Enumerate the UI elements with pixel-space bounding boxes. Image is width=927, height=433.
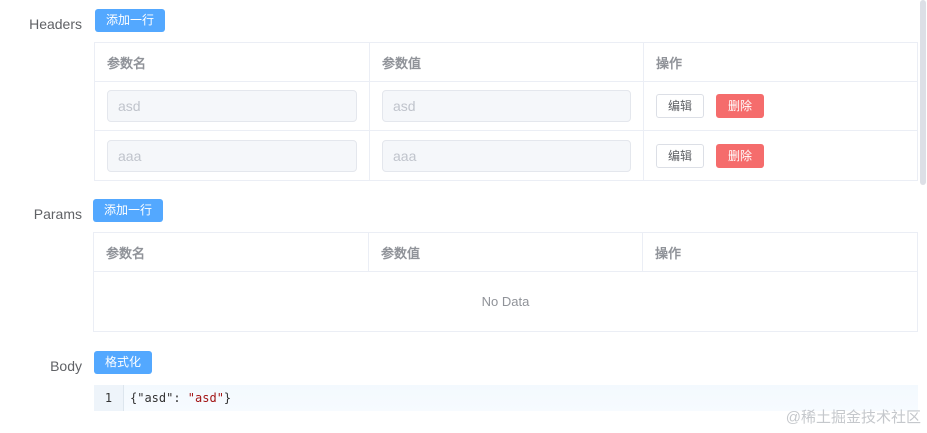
params-add-row-button[interactable]: 添加一行 — [93, 199, 164, 222]
headers-table: 参数名 参数值 操作 asd asd 编辑 删除 aaa aaa 编辑 删除 — [94, 42, 918, 181]
table-row: asd asd 编辑 删除 — [95, 82, 917, 131]
delete-button[interactable]: 删除 — [716, 94, 765, 118]
param-name-input[interactable]: aaa — [107, 139, 357, 172]
headers-add-row-button[interactable]: 添加一行 — [95, 9, 166, 32]
table-header: 参数名 参数值 操作 — [94, 233, 917, 272]
column-header: 参数名 — [95, 43, 370, 81]
table-header: 参数名 参数值 操作 — [95, 43, 917, 82]
column-header: 操作 — [655, 245, 682, 261]
scrollbar[interactable] — [920, 0, 926, 185]
format-button[interactable]: 格式化 — [94, 351, 153, 374]
code-key: {"asd": — [130, 391, 188, 405]
column-header: 参数值 — [369, 233, 643, 271]
column-header: 参数名 — [94, 233, 369, 271]
empty-text: No Data — [481, 294, 530, 309]
param-name-input[interactable]: asd — [107, 90, 357, 122]
body-label: Body — [50, 358, 82, 374]
delete-button[interactable]: 删除 — [716, 143, 765, 168]
line-number: 1 — [94, 385, 124, 411]
code-brace: } — [223, 391, 232, 405]
watermark: @稀土掘金技术社区 — [785, 409, 921, 426]
code-line[interactable]: {"asd": "asd"} — [124, 385, 231, 411]
edit-button[interactable]: 编辑 — [656, 94, 705, 118]
param-value-input[interactable]: aaa — [382, 139, 631, 172]
column-header: 参数值 — [370, 43, 644, 81]
params-table: 参数名 参数值 操作 No Data — [93, 232, 918, 332]
param-value-input[interactable]: asd — [382, 90, 631, 122]
column-header: 操作 — [656, 55, 683, 71]
code-string: "asd" — [187, 391, 224, 405]
params-label: Params — [33, 206, 82, 222]
headers-label: Headers — [29, 16, 82, 32]
table-row: aaa aaa 编辑 删除 — [95, 131, 917, 180]
edit-button[interactable]: 编辑 — [656, 143, 705, 168]
